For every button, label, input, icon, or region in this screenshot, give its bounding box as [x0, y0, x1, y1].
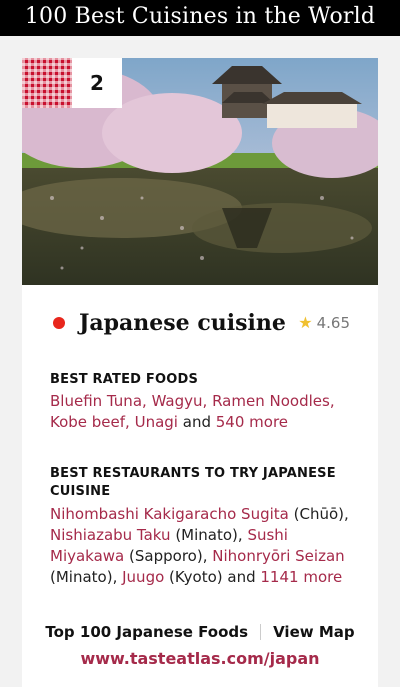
- rank-number: 2: [72, 58, 122, 108]
- rating: ★ 4.65: [298, 306, 350, 340]
- and-text: and: [182, 413, 211, 431]
- rank-badge: 2: [22, 58, 122, 108]
- more-restaurants-link[interactable]: 1141 more: [260, 568, 342, 586]
- heading-line: BEST RESTAURANTS TO TRY JAPANESE: [50, 466, 336, 481]
- page-title: 100 Best Cuisines in the World: [24, 4, 376, 29]
- restaurant-location: (Sapporo),: [129, 547, 208, 565]
- star-icon: ★: [298, 313, 313, 332]
- restaurant-link[interactable]: Nihonryōri Seizan: [212, 547, 344, 565]
- best-restaurants-heading: BEST RESTAURANTS TO TRY JAPANESE CUISINE: [50, 465, 350, 501]
- cuisine-photo: 2: [22, 58, 378, 285]
- status-dot: [53, 317, 65, 329]
- divider: [260, 624, 262, 640]
- view-map-link[interactable]: View Map: [273, 623, 355, 641]
- restaurant-link[interactable]: Nishiazabu Taku: [50, 526, 171, 544]
- food-link[interactable]: Bluefin Tuna: [50, 392, 142, 410]
- restaurant-location: (Kyoto) and: [169, 568, 256, 586]
- restaurant-link[interactable]: Miyakawa: [50, 547, 124, 565]
- restaurant-link[interactable]: Nihombashi Kakigaracho Sugita: [50, 505, 289, 523]
- food-link[interactable]: Kobe beef: [50, 413, 125, 431]
- restaurant-location: (Chūō),: [293, 505, 349, 523]
- cuisine-card: 2 Japanese cuisine ★ 4.65 BEST RATED FOOD…: [22, 58, 378, 687]
- restaurant-location: (Minato),: [175, 526, 243, 544]
- restaurant-location: (Minato),: [50, 568, 118, 586]
- rating-value: 4.65: [316, 314, 350, 332]
- footer-links: Top 100 Japanese Foods View Map: [22, 619, 378, 645]
- cuisine-title[interactable]: Japanese cuisine: [79, 306, 286, 340]
- best-foods-heading: BEST RATED FOODS: [50, 372, 199, 387]
- food-link[interactable]: Ramen Noodles: [212, 392, 330, 410]
- checker-pattern: [22, 58, 72, 108]
- heading-line: CUISINE: [50, 484, 111, 499]
- best-restaurants-list: Nihombashi Kakigaracho Sugita (Chūō), Ni…: [50, 504, 350, 588]
- page-header: 100 Best Cuisines in the World: [0, 0, 400, 36]
- title-row: Japanese cuisine ★ 4.65: [22, 306, 378, 340]
- more-foods-link[interactable]: 540 more: [216, 413, 288, 431]
- best-foods-list: Bluefin Tuna, Wagyu, Ramen Noodles, Kobe …: [50, 392, 335, 431]
- top100-link[interactable]: Top 100 Japanese Foods: [45, 623, 248, 641]
- restaurant-link[interactable]: Sushi: [247, 526, 288, 544]
- food-link[interactable]: Unagi: [135, 413, 178, 431]
- food-link[interactable]: Wagyu: [152, 392, 203, 410]
- site-url-link[interactable]: www.tasteatlas.com/japan: [22, 647, 378, 671]
- restaurant-link[interactable]: Juugo: [122, 568, 164, 586]
